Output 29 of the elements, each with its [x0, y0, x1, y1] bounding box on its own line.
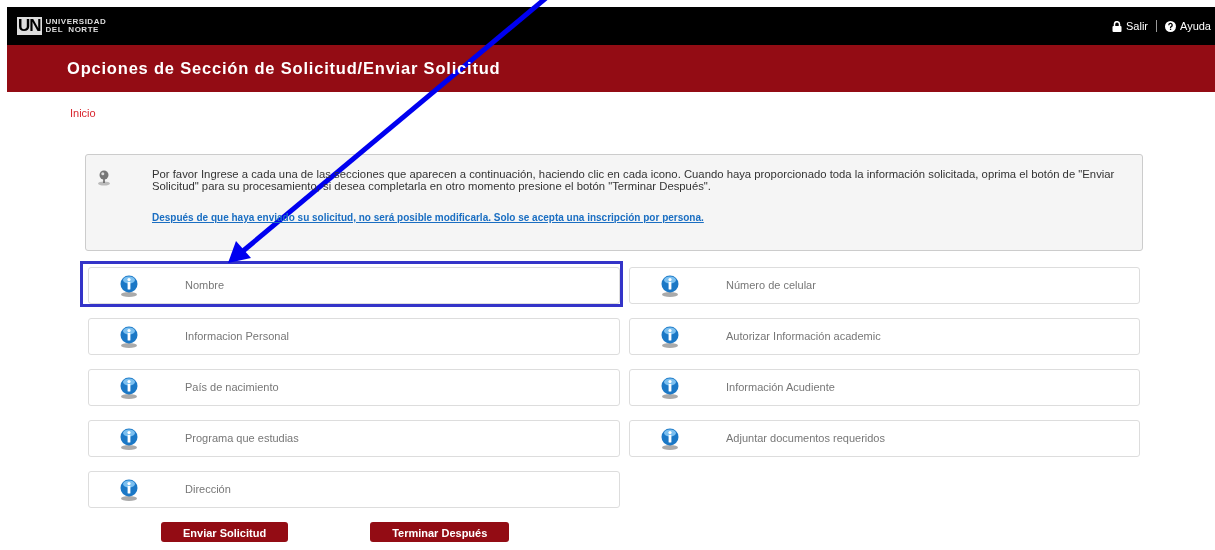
info-icon [120, 376, 138, 399]
info-icon [661, 325, 679, 348]
breadcrumb-link[interactable]: Inicio [70, 105, 96, 122]
info-icon [661, 376, 679, 399]
info-icon [120, 274, 138, 297]
info-icon [120, 478, 138, 501]
logo-mark: UN [17, 17, 42, 35]
info-icon [120, 325, 138, 348]
submit-button[interactable]: Enviar Solicitud [161, 522, 289, 542]
pushpin-icon [96, 170, 112, 186]
info-icon [120, 427, 138, 450]
section-item[interactable]: Número de celular [629, 267, 1140, 304]
section-item[interactable]: Nombre [88, 267, 620, 304]
logo-text: UNIVERSIDAD [45, 18, 107, 26]
section-item[interactable]: Programa que estudias [88, 420, 620, 457]
lock-icon [1112, 20, 1122, 32]
section-item[interactable]: Dirección [88, 471, 620, 508]
help-icon [1165, 20, 1176, 32]
info-icon [661, 274, 679, 297]
info-icon [661, 427, 679, 450]
logo-text: DEL NORTE [45, 26, 100, 34]
logout-link[interactable]: Salir [1126, 17, 1148, 35]
finish-later-button[interactable]: Terminar Después [370, 522, 510, 542]
section-item[interactable]: Informacion Personal [88, 318, 620, 355]
help-link[interactable]: Ayuda [1180, 17, 1211, 35]
section-item[interactable]: Autorizar Información academic [629, 318, 1140, 355]
section-item[interactable]: País de nacimiento [88, 369, 620, 406]
section-item[interactable]: Información Acudiente [629, 369, 1140, 406]
section-item[interactable]: Adjuntar documentos requeridos [629, 420, 1140, 457]
